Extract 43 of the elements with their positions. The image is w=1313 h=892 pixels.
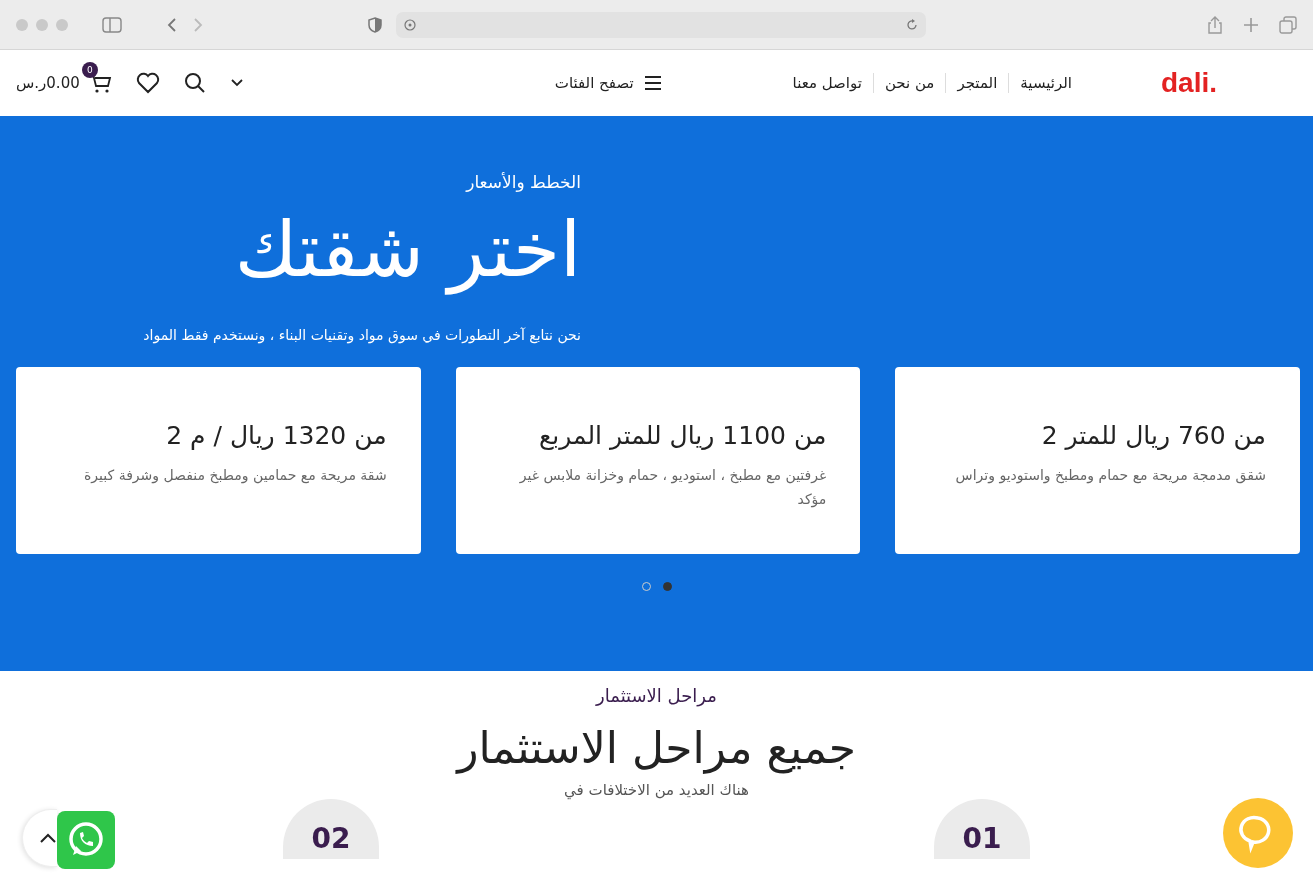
card-price: من 760 ريال للمتر 2: [1040, 421, 1266, 451]
section-eyebrow: الخطط والأسعار: [464, 172, 581, 192]
card-price: من 1100 ريال للمتر المربع: [537, 421, 827, 451]
chat-icon[interactable]: [1223, 798, 1293, 868]
categories-button[interactable]: تصفح الفئات: [554, 74, 662, 92]
chevron-up-icon: [39, 832, 57, 844]
site-icon: [404, 18, 416, 31]
scroll-top-button[interactable]: [22, 809, 57, 867]
sidebar-icon[interactable]: [102, 16, 122, 33]
tabs-icon[interactable]: [1279, 15, 1297, 34]
nav-link[interactable]: الرئيسية: [1009, 74, 1083, 92]
window-minimize-icon[interactable]: [36, 18, 48, 31]
carousel-dot[interactable]: [662, 582, 672, 592]
plus-icon[interactable]: [1243, 16, 1259, 33]
heart-icon[interactable]: [135, 72, 160, 94]
cart-total[interactable]: 0.00ر.س: [16, 74, 80, 92]
search-icon[interactable]: [183, 72, 206, 94]
card-description: شقة مريحة مع حمامين ومطبخ منفصل وشرفة كبيرة: [83, 466, 387, 486]
card-description: غرفتين مع مطبخ ، استوديو ، حمام وخزانة ملابس غير مؤكد: [518, 466, 827, 510]
step-number: 02: [283, 799, 379, 859]
window-close-icon[interactable]: [16, 18, 28, 31]
window-zoom-icon[interactable]: [56, 18, 68, 31]
nav-link[interactable]: تواصل معنا: [781, 74, 873, 92]
hero-title: اختر شقتك: [233, 204, 581, 296]
forward-icon[interactable]: [192, 16, 204, 33]
shield-icon: [368, 16, 382, 33]
menu-icon: [643, 76, 662, 90]
back-icon[interactable]: [166, 16, 178, 33]
whatsapp-icon[interactable]: [57, 811, 115, 869]
nav-link[interactable]: من نحن: [873, 74, 946, 92]
logo[interactable]: dali.: [1161, 67, 1217, 99]
chevron-down-icon[interactable]: [229, 78, 244, 88]
step-number: 01: [934, 799, 1030, 859]
card-description: شقق مدمجة مريحة مع حمام ومطبخ واستوديو وتراس: [954, 466, 1266, 486]
nav-link[interactable]: المتجر: [946, 74, 1009, 92]
hero-text: نحن نتابع آخر التطورات في سوق مواد وتقنيات البناء ، ونستخدم فقط المواد: [142, 327, 581, 344]
section-text: هناك العديد من الاختلافات في: [564, 781, 749, 799]
section-eyebrow: مراحل الاستثمار: [596, 685, 717, 706]
cart-count-badge: 0: [81, 62, 98, 78]
card-price: من 1320 ريال / م 2: [165, 421, 387, 451]
section-title: جميع مراحل الاستثمار: [457, 722, 856, 773]
reload-icon[interactable]: [906, 18, 918, 31]
share-icon[interactable]: [1207, 15, 1223, 34]
